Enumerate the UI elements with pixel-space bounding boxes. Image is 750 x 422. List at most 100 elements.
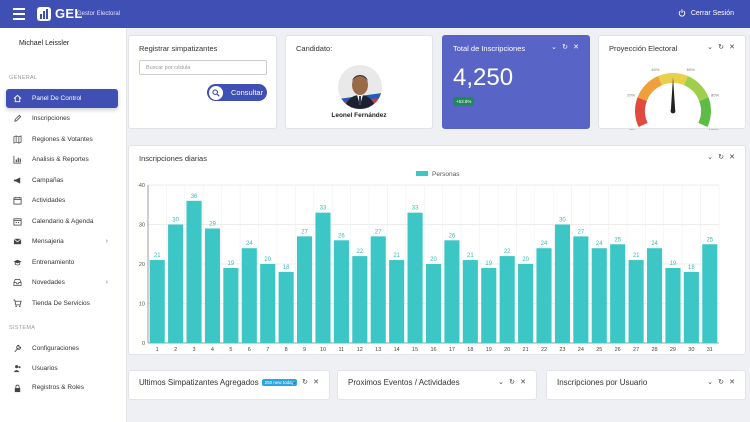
data-label: 30 bbox=[172, 218, 179, 224]
data-label: 21 bbox=[467, 253, 474, 259]
chevron-down-icon[interactable]: ⌄ bbox=[291, 378, 297, 386]
bar bbox=[573, 236, 589, 343]
sidebar-item-label: Usuarios bbox=[32, 365, 58, 372]
x-tick-label: 23 bbox=[559, 347, 565, 353]
megaphone-icon bbox=[13, 177, 21, 184]
sidebar-item-analisis[interactable]: Analisis & Reportes bbox=[6, 150, 118, 169]
data-label: 18 bbox=[688, 265, 695, 271]
sidebar-item-label: Novedades bbox=[32, 279, 65, 286]
sidebar-item-mensajeria[interactable]: Mensajeria › bbox=[6, 232, 118, 251]
search-input[interactable]: Buscar por cédula bbox=[139, 60, 267, 75]
card-tools: ⌄ ↻ ✕ bbox=[551, 43, 579, 51]
sidebar-item-tienda[interactable]: Tienda De Servicios bbox=[6, 294, 118, 313]
refresh-icon[interactable]: ↻ bbox=[562, 43, 568, 51]
sidebar-item-registros[interactable]: Registros & Roles bbox=[6, 379, 118, 393]
sidebar-item-usuarios[interactable]: Usuarios bbox=[6, 359, 118, 378]
bar bbox=[536, 248, 552, 343]
sidebar-item-calendario[interactable]: Calendario & Agenda bbox=[6, 212, 118, 231]
sidebar-item-label: Inscripciones bbox=[32, 115, 70, 122]
data-label: 20 bbox=[522, 257, 529, 263]
x-tick-label: 11 bbox=[339, 347, 345, 353]
x-tick-label: 6 bbox=[248, 347, 251, 353]
logout-label: Cerrar Sesión bbox=[690, 9, 734, 17]
x-tick-label: 15 bbox=[412, 347, 418, 353]
bar bbox=[223, 267, 239, 343]
bar bbox=[646, 248, 663, 343]
chevron-down-icon[interactable]: ⌄ bbox=[498, 378, 504, 386]
bar bbox=[425, 264, 442, 343]
graduation-cap-icon bbox=[13, 259, 22, 266]
kpi-value: 4,250 bbox=[453, 64, 514, 91]
data-label: 24 bbox=[651, 241, 658, 247]
chevron-right-icon: › bbox=[105, 238, 108, 245]
data-label: 24 bbox=[596, 241, 603, 247]
user-name: Michael Leissler bbox=[19, 40, 70, 47]
bar bbox=[702, 244, 718, 343]
latest-title-text: Ultimos Simpatizantes Agregados bbox=[139, 378, 259, 387]
data-label: 22 bbox=[356, 249, 363, 255]
sidebar-item-label: Campañas bbox=[32, 177, 64, 184]
x-tick-label: 21 bbox=[523, 347, 529, 353]
data-label: 19 bbox=[228, 261, 235, 267]
sidebar-item-campanas[interactable]: Campañas bbox=[6, 171, 118, 190]
gauge-segment bbox=[637, 76, 663, 101]
wrench-icon bbox=[14, 344, 22, 352]
sidebar-item-novedades[interactable]: Novedades › bbox=[6, 273, 118, 292]
x-tick-label: 20 bbox=[504, 347, 510, 353]
bar bbox=[499, 256, 515, 343]
kpi-title: Total de Inscripciones bbox=[453, 44, 526, 53]
bar bbox=[481, 267, 497, 343]
sidebar-item-panel[interactable]: Panel De Control bbox=[6, 89, 118, 108]
data-label: 25 bbox=[706, 237, 713, 243]
refresh-icon[interactable]: ↻ bbox=[509, 378, 515, 386]
data-label: 27 bbox=[301, 229, 308, 235]
close-icon[interactable]: ✕ bbox=[313, 378, 319, 386]
consult-button[interactable]: Consultar bbox=[207, 84, 267, 101]
data-label: 19 bbox=[485, 261, 492, 267]
x-tick-label: 10 bbox=[320, 347, 326, 353]
upcoming-events-card: Proximos Eventos / Actividades ⌄ ↻ ✕ bbox=[337, 370, 537, 400]
total-inscriptions-card: Total de Inscripciones ⌄ ↻ ✕ 4,250 +53.8… bbox=[442, 35, 590, 129]
bar bbox=[352, 256, 368, 343]
refresh-icon[interactable]: ↻ bbox=[718, 378, 724, 386]
close-icon[interactable]: ✕ bbox=[573, 43, 579, 51]
x-tick-label: 22 bbox=[541, 347, 547, 353]
power-icon bbox=[678, 9, 686, 17]
sidebar-item-actividades[interactable]: Actividades bbox=[6, 191, 118, 210]
daily-bar-chart: Personas 0 10 20 30 40 21 1 30 2 36 3 29 4 19 5 24 6 20 7 18… bbox=[139, 171, 720, 353]
y-tick-label: 10 bbox=[139, 302, 145, 308]
search-icon bbox=[209, 85, 223, 100]
sidebar-item-label: Configuraciones bbox=[32, 345, 79, 352]
x-tick-label: 13 bbox=[375, 347, 381, 353]
data-label: 33 bbox=[412, 206, 419, 212]
card-tools: ⌄ ↻ ✕ bbox=[707, 378, 735, 386]
sidebar-item-configuraciones[interactable]: Configuraciones bbox=[6, 339, 118, 358]
gauge-label: 40% bbox=[651, 67, 659, 72]
section-general-label: GENERAL bbox=[9, 75, 38, 81]
projection-gauge: 0% 20% 40% 60% 80% 100% bbox=[627, 67, 719, 130]
bar bbox=[407, 212, 423, 343]
sidebar-item-label: Calendario & Agenda bbox=[32, 218, 94, 225]
data-label: 27 bbox=[578, 229, 585, 235]
chevron-down-icon[interactable]: ⌄ bbox=[551, 43, 557, 51]
chevron-down-icon[interactable]: ⌄ bbox=[707, 378, 713, 386]
sidebar-item-inscripciones[interactable]: Inscripciones bbox=[6, 109, 118, 128]
x-tick-label: 26 bbox=[615, 347, 621, 353]
register-card: Registrar simpatizantes Buscar por cédul… bbox=[128, 35, 277, 129]
brand-subtitle: Gestor Electoral bbox=[77, 11, 121, 17]
close-icon[interactable]: ✕ bbox=[729, 378, 735, 386]
data-label: 29 bbox=[209, 221, 216, 227]
hamburger-menu-icon[interactable] bbox=[13, 8, 25, 20]
chevron-right-icon: › bbox=[105, 279, 108, 286]
lock-icon bbox=[14, 384, 21, 393]
refresh-icon[interactable]: ↻ bbox=[302, 378, 308, 386]
sidebar-item-entrenamiento[interactable]: Entrenamiento bbox=[6, 253, 118, 272]
sidebar-item-regiones[interactable]: Regiones & Votantes bbox=[6, 130, 118, 149]
gauge-label: 80% bbox=[711, 92, 719, 97]
map-icon bbox=[13, 135, 22, 144]
close-icon[interactable]: ✕ bbox=[520, 378, 526, 386]
logout-button[interactable]: Cerrar Sesión bbox=[678, 9, 734, 17]
card-tools: ⌄ ↻ ✕ bbox=[291, 378, 319, 386]
x-tick-label: 29 bbox=[670, 347, 676, 353]
latest-supporters-card: Ultimos Simpatizantes Agregados 250 new t… bbox=[128, 370, 330, 400]
